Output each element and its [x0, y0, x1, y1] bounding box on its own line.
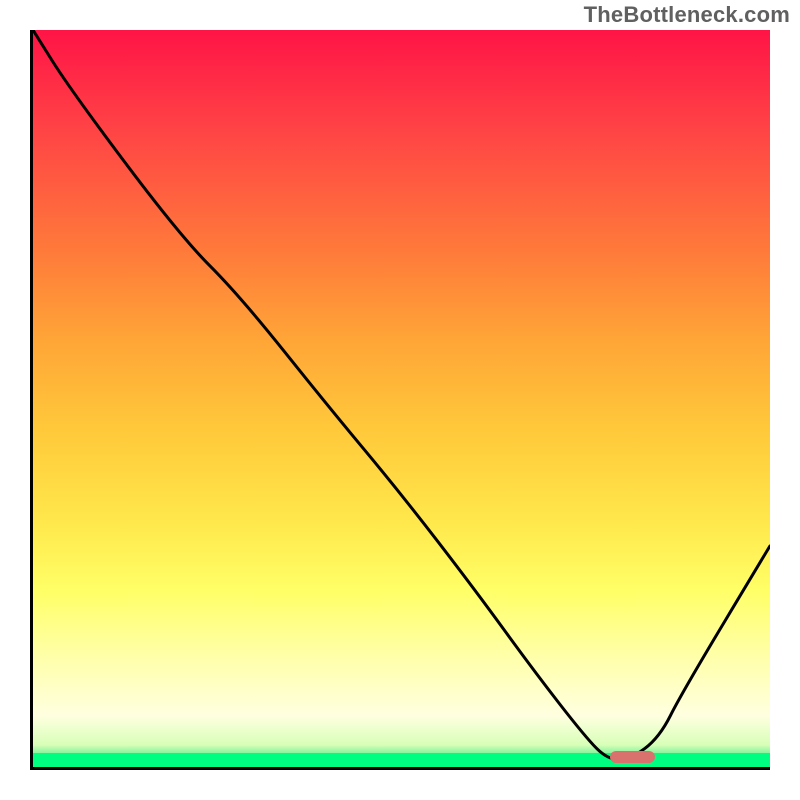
- optimal-range-marker: [610, 751, 654, 763]
- chart-svg: [33, 30, 770, 767]
- plot-area: [30, 30, 770, 770]
- bottleneck-curve: [33, 30, 770, 760]
- chart-container: TheBottleneck.com: [0, 0, 800, 800]
- watermark-text: TheBottleneck.com: [584, 2, 790, 28]
